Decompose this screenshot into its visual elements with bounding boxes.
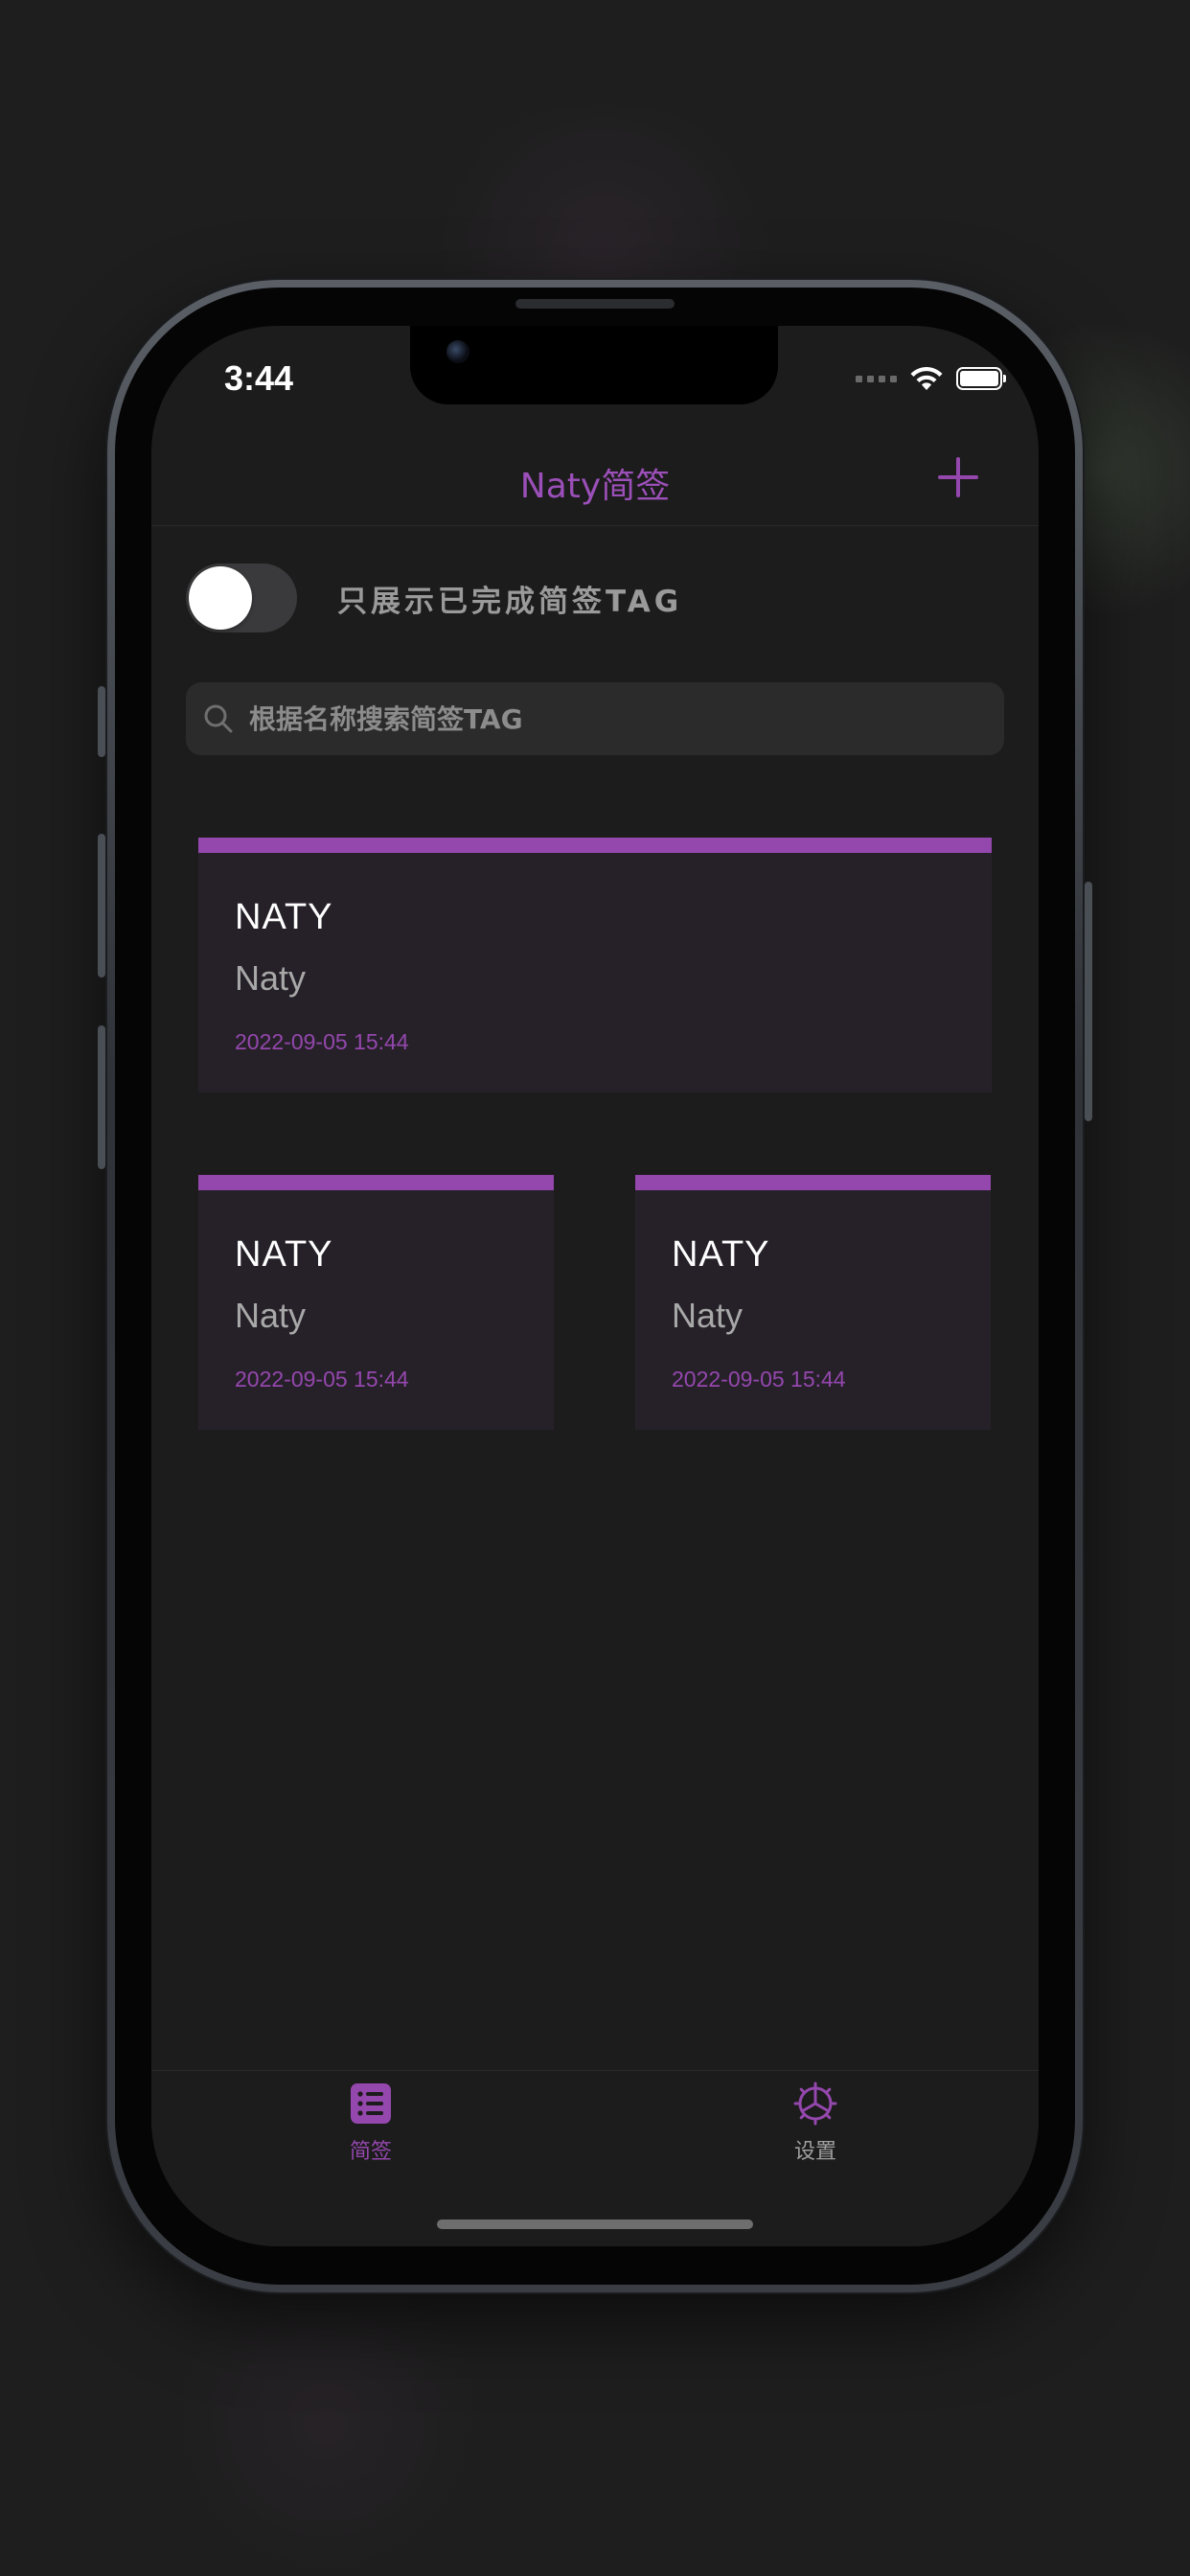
power-button	[1085, 882, 1092, 1121]
add-button[interactable]	[937, 456, 979, 498]
plus-icon	[938, 457, 978, 497]
app-screen: 3:44 Naty简签 只展示已完成简签TAG 根据名称搜索简签TAG NATY…	[151, 326, 1039, 2246]
note-card[interactable]: NATY Naty 2022-09-05 15:44	[198, 1175, 554, 1430]
tab-label: 设置	[793, 2140, 836, 2164]
wifi-icon	[910, 367, 943, 390]
card-title: NATY	[235, 897, 333, 937]
card-date: 2022-09-05 15:44	[235, 1029, 409, 1054]
status-time: 3:44	[224, 358, 294, 398]
background-glow	[144, 2281, 508, 2568]
list-icon	[351, 2083, 391, 2124]
completed-filter-label: 只展示已完成简签TAG	[337, 584, 683, 619]
card-subtitle: Naty	[235, 1296, 307, 1335]
completed-filter-row: 只展示已完成简签TAG	[186, 564, 682, 632]
note-card[interactable]: NATY Naty 2022-09-05 15:44	[635, 1175, 991, 1430]
front-camera	[446, 340, 469, 363]
toggle-knob	[189, 566, 252, 630]
card-date: 2022-09-05 15:44	[672, 1367, 846, 1392]
tab-notes[interactable]: 简签	[304, 2081, 438, 2165]
silent-switch	[98, 686, 105, 757]
completed-filter-toggle[interactable]	[186, 564, 297, 632]
battery-icon	[956, 367, 1006, 390]
card-accent-bar	[198, 838, 992, 853]
tab-label: 简签	[349, 2140, 392, 2164]
card-accent-bar	[198, 1175, 554, 1190]
volume-down-button	[98, 1025, 105, 1169]
search-input[interactable]	[247, 702, 979, 736]
card-title: NATY	[672, 1234, 770, 1275]
search-bar	[186, 682, 1004, 755]
volume-up-button	[98, 834, 105, 978]
gear-icon	[793, 2082, 837, 2126]
page-title: Naty简签	[519, 467, 671, 506]
card-title: NATY	[235, 1234, 333, 1275]
home-indicator[interactable]	[437, 2220, 753, 2229]
card-subtitle: Naty	[672, 1296, 744, 1335]
tab-settings[interactable]: 设置	[748, 2081, 882, 2165]
card-subtitle: Naty	[235, 958, 307, 998]
card-date: 2022-09-05 15:44	[235, 1367, 409, 1392]
navigation-bar: Naty简签	[151, 441, 1039, 526]
notch	[410, 326, 778, 404]
card-accent-bar	[635, 1175, 991, 1190]
note-card[interactable]: NATY Naty 2022-09-05 15:44	[198, 838, 992, 1092]
earpiece	[515, 299, 675, 309]
signal-icon	[856, 375, 897, 382]
search-icon	[204, 704, 233, 733]
status-icons	[856, 364, 1006, 393]
